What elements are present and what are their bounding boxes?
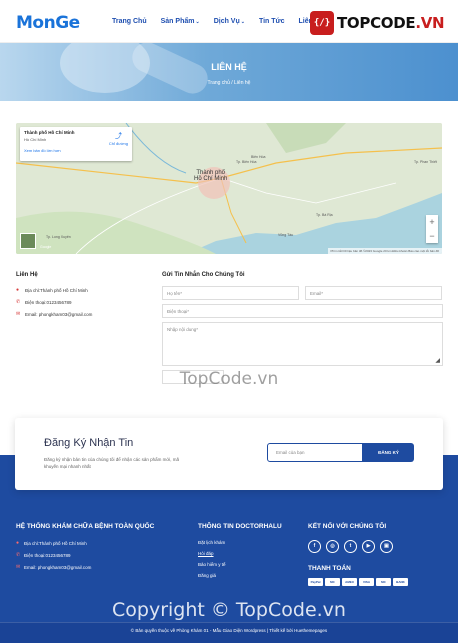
map-place-label: Tp. Biên Hòa <box>236 160 257 164</box>
copyright-text: © Bản quyền thuộc về Phòng Khám 01 - Mẫu… <box>130 628 328 633</box>
footer-col-title: THÔNG TIN DOCTORHALU <box>198 523 282 530</box>
footer-link-pricing[interactable]: Đăng giá <box>198 573 298 578</box>
maestro-icon: MC <box>376 578 391 586</box>
contact-form: Gửi Tin Nhắn Cho Chúng Tôi Họ tên* Email… <box>162 272 443 384</box>
footer-link-insurance[interactable]: Bảo hiểm y tế <box>198 562 298 567</box>
footer-col-connect: KẾT NỐI VỚI CHÚNG TÔI f ◎ t ▶ ▣ THANH TO… <box>308 523 443 586</box>
newsletter-title: Đăng Ký Nhận Tin <box>44 437 134 449</box>
paypal-icon: PayPal <box>308 578 323 586</box>
chevron-down-icon: ⌄ <box>240 19 245 25</box>
map-place-label: Tp. Phan Thiết <box>414 160 437 164</box>
newsletter-box: Đăng Ký Nhận Tin Đăng ký nhận bản tin củ… <box>15 418 443 490</box>
topcode-logo-text: TOPCODE.VN <box>337 14 445 32</box>
nav-item-news[interactable]: Tin Tức <box>259 18 285 25</box>
footer-col-title: HỆ THỐNG KHÁM CHỮA BỆNH TOÀN QUỐC <box>16 523 155 530</box>
nav-item-services[interactable]: Dịch Vụ⌄ <box>214 18 245 25</box>
topcode-watermark-logo: {/} TOPCODE.VN <box>310 10 448 36</box>
view-larger-map-link[interactable]: Xem bản đồ lớn hơn <box>24 148 128 153</box>
google-map[interactable]: Thành phố Hồ Chí Minh Biên Hòa Tp. Biên … <box>16 123 442 254</box>
footer-address: ● Địa chỉ:Thành phố Hồ Chí Minh <box>16 540 87 546</box>
facebook-icon[interactable]: f <box>308 540 321 553</box>
form-title: Gửi Tin Nhắn Cho Chúng Tôi <box>162 272 245 278</box>
newsletter-email-input[interactable]: Email của bạn <box>267 443 363 462</box>
phone-icon: ✆ <box>16 552 21 558</box>
subscribe-button[interactable]: ĐĂNG KÝ <box>363 443 414 462</box>
email-field[interactable]: Email* <box>305 286 442 300</box>
topcode-copyright-watermark: Copyright © TopCode.vn <box>112 599 346 621</box>
linkedin-icon[interactable]: ▣ <box>380 540 393 553</box>
contact-title: Liên Hệ <box>16 272 38 278</box>
map-place-label: Vũng Tàu <box>278 233 294 237</box>
directions-icon: ⤴ <box>114 133 122 140</box>
map-city-label: Thành phố Hồ Chí Minh <box>194 170 228 182</box>
contact-address: ● Địa chỉ:Thành phố Hồ Chí Minh <box>16 287 88 293</box>
map-info-card: Thành phố Hồ Chí Minh Hồ Chí Minh Xem bả… <box>20 127 132 161</box>
logo-text-prefix: Mon <box>16 13 56 33</box>
map-place-label: Biên Hòa <box>251 155 266 159</box>
payment-methods: PayPal MC AMEX VISA MC BANK <box>308 578 443 586</box>
footer-link-booking[interactable]: Đặt lịch khám <box>198 540 298 545</box>
map-place-label: Tp. Long Xuyên <box>46 235 71 239</box>
location-pin-icon: ● <box>16 540 20 546</box>
site-header: MonGe Trang Chủ Sản Phẩm⌄ Dịch Vụ⌄ Tin T… <box>0 0 458 43</box>
code-brackets-icon: {/} <box>310 11 334 35</box>
directions-button[interactable]: ⤴ Chỉ đường <box>109 131 128 146</box>
contact-info: Liên Hệ ● Địa chỉ:Thành phố Hồ Chí Minh ✆… <box>16 272 156 317</box>
zoom-control: + − <box>426 215 438 243</box>
bank-icon: BANK <box>393 578 408 586</box>
name-field[interactable]: Họ tên* <box>162 286 299 300</box>
main-nav: Trang Chủ Sản Phẩm⌄ Dịch Vụ⌄ Tin Tức Liê… <box>112 18 338 25</box>
location-pin-icon: ● <box>16 287 20 293</box>
topcode-watermark-text: TopCode.vn <box>179 369 279 389</box>
nav-item-products[interactable]: Sản Phẩm⌄ <box>161 18 200 25</box>
envelope-icon: ✉ <box>16 564 21 570</box>
mastercard-icon: MC <box>325 578 340 586</box>
breadcrumb[interactable]: Trang chủ / Liên hệ <box>0 80 458 86</box>
youtube-icon[interactable]: ▶ <box>362 540 375 553</box>
page-banner: LIÊN HỆ Trang chủ / Liên hệ <box>0 43 458 101</box>
chevron-down-icon: ⌄ <box>195 19 200 25</box>
instagram-icon[interactable]: ◎ <box>326 540 339 553</box>
resize-grip-icon[interactable]: ◢ <box>435 357 440 364</box>
zoom-out-button[interactable]: − <box>426 229 438 243</box>
footer-col-info: THÔNG TIN DOCTORHALU Đặt lịch khám Hỏi đ… <box>198 523 298 578</box>
logo-text-suffix: Ge <box>55 13 80 33</box>
phone-field[interactable]: Điện thoại* <box>162 304 443 318</box>
footer-col-clinic: HỆ THỐNG KHÁM CHỮA BỆNH TOÀN QUỐC ● Địa c… <box>16 523 186 570</box>
site-logo[interactable]: MonGe <box>16 13 80 33</box>
envelope-icon: ✉ <box>16 311 21 317</box>
twitter-icon[interactable]: t <box>344 540 357 553</box>
google-logo: Google <box>40 245 52 249</box>
contact-phone: ✆ Điện thoại:0123456789 <box>16 299 72 305</box>
footer-col-title: KẾT NỐI VỚI CHÚNG TÔI <box>308 523 387 530</box>
payment-title: THANH TOÁN <box>308 565 351 572</box>
contact-email: ✉ Email: phongkham03@gmail.com <box>16 311 93 317</box>
footer-email: ✉ Email: phongkham03@gmail.com <box>16 564 92 570</box>
phone-icon: ✆ <box>16 299 21 305</box>
amex-icon: AMEX <box>342 578 357 586</box>
nav-item-home[interactable]: Trang Chủ <box>112 18 147 25</box>
footer-link-faq[interactable]: Hỏi đáp <box>198 551 298 556</box>
message-textarea[interactable]: Nhập nội dung* ◢ <box>162 322 443 366</box>
zoom-in-button[interactable]: + <box>426 215 438 229</box>
map-attribution: Phím tắt Dữ liệu bản đồ ©2023 Google 20 … <box>327 248 442 254</box>
page-title: LIÊN HỆ <box>211 62 247 72</box>
footer-phone: ✆ Điện thoại:0123456789 <box>16 552 71 558</box>
newsletter-description: Đăng ký nhận bản tin của chúng tôi để nh… <box>44 457 180 469</box>
map-layer-toggle[interactable] <box>20 233 36 249</box>
map-place-label: Tp. Bà Rịa <box>316 213 333 217</box>
visa-icon: VISA <box>359 578 374 586</box>
social-links: f ◎ t ▶ ▣ <box>308 540 443 553</box>
